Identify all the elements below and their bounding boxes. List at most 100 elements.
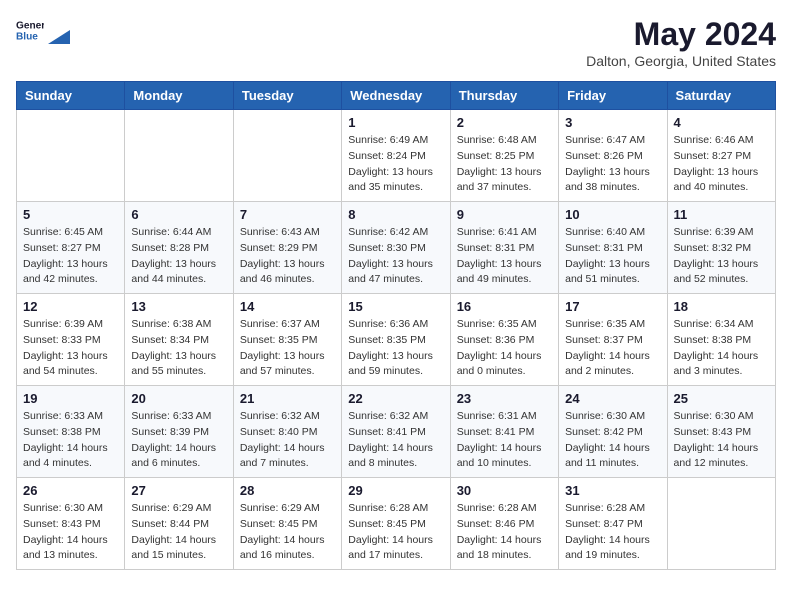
day-detail: Sunrise: 6:38 AMSunset: 8:34 PMDaylight:…	[131, 317, 226, 380]
day-detail: Sunrise: 6:28 AMSunset: 8:47 PMDaylight:…	[565, 501, 660, 564]
calendar-cell: 12Sunrise: 6:39 AMSunset: 8:33 PMDayligh…	[17, 294, 125, 386]
calendar-cell: 24 Sunrise: 6:30 AMSunset: 8:42 PMDayligh…	[559, 386, 667, 478]
calendar-cell: 31 Sunrise: 6:28 AMSunset: 8:47 PMDayligh…	[559, 478, 667, 570]
day-detail: Sunrise: 6:39 AMSunset: 8:33 PMDaylight:…	[23, 317, 118, 380]
calendar-cell	[667, 478, 775, 570]
day-detail: Sunrise: 6:42 AMSunset: 8:30 PMDaylight:…	[348, 225, 443, 288]
day-number: 19	[23, 391, 118, 406]
calendar-cell: 2Sunrise: 6:48 AMSunset: 8:25 PMDaylight…	[450, 110, 558, 202]
day-detail: Sunrise: 6:32 AMSunset: 8:41 PMDaylight:…	[348, 409, 443, 472]
day-number: 24	[565, 391, 660, 406]
day-detail: Sunrise: 6:46 AMSunset: 8:27 PMDaylight:…	[674, 133, 769, 196]
day-detail: Sunrise: 6:34 AMSunset: 8:38 PMDaylight:…	[674, 317, 769, 380]
calendar-table: SundayMondayTuesdayWednesdayThursdayFrid…	[16, 81, 776, 570]
day-number: 30	[457, 483, 552, 498]
header-day-sunday: Sunday	[17, 82, 125, 110]
day-number: 3	[565, 115, 660, 130]
calendar-cell: 28 Sunrise: 6:29 AMSunset: 8:45 PMDayligh…	[233, 478, 341, 570]
day-detail: Sunrise: 6:30 AMSunset: 8:42 PMDaylight:…	[565, 409, 660, 472]
calendar-cell: 16Sunrise: 6:35 AMSunset: 8:36 PMDayligh…	[450, 294, 558, 386]
header-day-wednesday: Wednesday	[342, 82, 450, 110]
day-number: 29	[348, 483, 443, 498]
calendar-body: 1 Sunrise: 6:49 AMSunset: 8:24 PMDaylight…	[17, 110, 776, 570]
day-number: 20	[131, 391, 226, 406]
header-row: SundayMondayTuesdayWednesdayThursdayFrid…	[17, 82, 776, 110]
header-day-thursday: Thursday	[450, 82, 558, 110]
header: General Blue May 2024 Dalton, Georgia, U…	[16, 16, 776, 69]
day-number: 17	[565, 299, 660, 314]
day-number: 1	[348, 115, 443, 130]
day-detail: Sunrise: 6:43 AMSunset: 8:29 PMDaylight:…	[240, 225, 335, 288]
day-number: 5	[23, 207, 118, 222]
day-number: 27	[131, 483, 226, 498]
calendar-cell: 5 Sunrise: 6:45 AMSunset: 8:27 PMDaylight…	[17, 202, 125, 294]
day-detail: Sunrise: 6:29 AMSunset: 8:44 PMDaylight:…	[131, 501, 226, 564]
day-detail: Sunrise: 6:37 AMSunset: 8:35 PMDaylight:…	[240, 317, 335, 380]
calendar-cell: 30Sunrise: 6:28 AMSunset: 8:46 PMDayligh…	[450, 478, 558, 570]
calendar-cell: 7 Sunrise: 6:43 AMSunset: 8:29 PMDaylight…	[233, 202, 341, 294]
day-number: 9	[457, 207, 552, 222]
day-detail: Sunrise: 6:36 AMSunset: 8:35 PMDaylight:…	[348, 317, 443, 380]
day-number: 11	[674, 207, 769, 222]
day-number: 15	[348, 299, 443, 314]
calendar-header: SundayMondayTuesdayWednesdayThursdayFrid…	[17, 82, 776, 110]
calendar-cell: 4 Sunrise: 6:46 AMSunset: 8:27 PMDaylight…	[667, 110, 775, 202]
calendar-cell: 3Sunrise: 6:47 AMSunset: 8:26 PMDaylight…	[559, 110, 667, 202]
calendar-cell: 8Sunrise: 6:42 AMSunset: 8:30 PMDaylight…	[342, 202, 450, 294]
logo: General Blue	[16, 16, 70, 44]
day-number: 22	[348, 391, 443, 406]
header-day-friday: Friday	[559, 82, 667, 110]
day-number: 14	[240, 299, 335, 314]
svg-text:Blue: Blue	[16, 31, 38, 42]
day-number: 6	[131, 207, 226, 222]
calendar-cell: 6 Sunrise: 6:44 AMSunset: 8:28 PMDaylight…	[125, 202, 233, 294]
calendar-cell: 21Sunrise: 6:32 AMSunset: 8:40 PMDayligh…	[233, 386, 341, 478]
day-number: 13	[131, 299, 226, 314]
calendar-cell	[233, 110, 341, 202]
day-detail: Sunrise: 6:28 AMSunset: 8:45 PMDaylight:…	[348, 501, 443, 564]
calendar-cell: 26Sunrise: 6:30 AMSunset: 8:43 PMDayligh…	[17, 478, 125, 570]
day-number: 18	[674, 299, 769, 314]
calendar-cell: 1 Sunrise: 6:49 AMSunset: 8:24 PMDaylight…	[342, 110, 450, 202]
week-row-5: 26Sunrise: 6:30 AMSunset: 8:43 PMDayligh…	[17, 478, 776, 570]
calendar-cell: 20 Sunrise: 6:33 AMSunset: 8:39 PMDayligh…	[125, 386, 233, 478]
calendar-cell: 13 Sunrise: 6:38 AMSunset: 8:34 PMDayligh…	[125, 294, 233, 386]
week-row-1: 1 Sunrise: 6:49 AMSunset: 8:24 PMDaylight…	[17, 110, 776, 202]
calendar-cell: 9 Sunrise: 6:41 AMSunset: 8:31 PMDaylight…	[450, 202, 558, 294]
calendar-cell: 25 Sunrise: 6:30 AMSunset: 8:43 PMDayligh…	[667, 386, 775, 478]
logo-triangle-icon	[48, 16, 70, 44]
day-detail: Sunrise: 6:30 AMSunset: 8:43 PMDaylight:…	[674, 409, 769, 472]
calendar-cell: 11Sunrise: 6:39 AMSunset: 8:32 PMDayligh…	[667, 202, 775, 294]
day-detail: Sunrise: 6:40 AMSunset: 8:31 PMDaylight:…	[565, 225, 660, 288]
calendar-cell: 15 Sunrise: 6:36 AMSunset: 8:35 PMDayligh…	[342, 294, 450, 386]
main-title: May 2024	[586, 16, 776, 53]
day-detail: Sunrise: 6:32 AMSunset: 8:40 PMDaylight:…	[240, 409, 335, 472]
day-number: 16	[457, 299, 552, 314]
day-number: 31	[565, 483, 660, 498]
subtitle: Dalton, Georgia, United States	[586, 53, 776, 69]
day-number: 7	[240, 207, 335, 222]
calendar-cell: 17Sunrise: 6:35 AMSunset: 8:37 PMDayligh…	[559, 294, 667, 386]
day-detail: Sunrise: 6:31 AMSunset: 8:41 PMDaylight:…	[457, 409, 552, 472]
day-detail: Sunrise: 6:49 AMSunset: 8:24 PMDaylight:…	[348, 133, 443, 196]
week-row-4: 19Sunrise: 6:33 AMSunset: 8:38 PMDayligh…	[17, 386, 776, 478]
day-detail: Sunrise: 6:29 AMSunset: 8:45 PMDaylight:…	[240, 501, 335, 564]
day-detail: Sunrise: 6:48 AMSunset: 8:25 PMDaylight:…	[457, 133, 552, 196]
header-day-monday: Monday	[125, 82, 233, 110]
calendar-cell: 19Sunrise: 6:33 AMSunset: 8:38 PMDayligh…	[17, 386, 125, 478]
title-area: May 2024 Dalton, Georgia, United States	[586, 16, 776, 69]
header-day-saturday: Saturday	[667, 82, 775, 110]
week-row-2: 5 Sunrise: 6:45 AMSunset: 8:27 PMDaylight…	[17, 202, 776, 294]
day-number: 10	[565, 207, 660, 222]
calendar-cell: 18 Sunrise: 6:34 AMSunset: 8:38 PMDayligh…	[667, 294, 775, 386]
calendar-cell: 27 Sunrise: 6:29 AMSunset: 8:44 PMDayligh…	[125, 478, 233, 570]
day-detail: Sunrise: 6:44 AMSunset: 8:28 PMDaylight:…	[131, 225, 226, 288]
day-detail: Sunrise: 6:45 AMSunset: 8:27 PMDaylight:…	[23, 225, 118, 288]
day-number: 25	[674, 391, 769, 406]
day-number: 26	[23, 483, 118, 498]
calendar-cell: 14 Sunrise: 6:37 AMSunset: 8:35 PMDayligh…	[233, 294, 341, 386]
day-detail: Sunrise: 6:33 AMSunset: 8:39 PMDaylight:…	[131, 409, 226, 472]
day-number: 4	[674, 115, 769, 130]
day-number: 28	[240, 483, 335, 498]
day-detail: Sunrise: 6:41 AMSunset: 8:31 PMDaylight:…	[457, 225, 552, 288]
